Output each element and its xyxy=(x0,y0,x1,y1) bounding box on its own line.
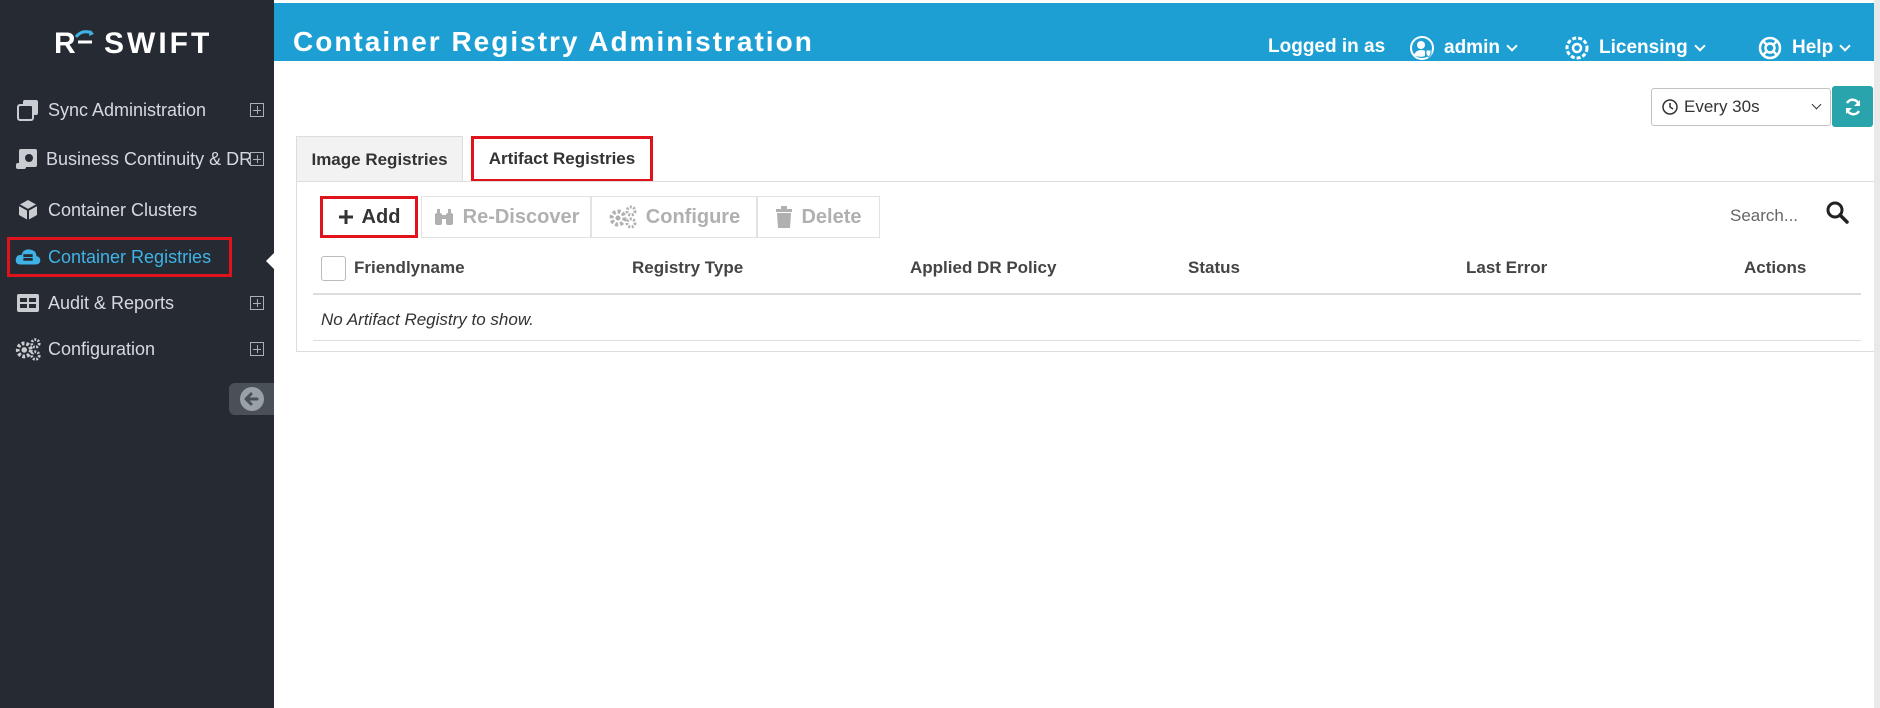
help-label: Help xyxy=(1792,37,1834,58)
select-all-checkbox[interactable] xyxy=(321,256,346,281)
sidebar-item-label: Container Clusters xyxy=(48,199,198,220)
sidebar-item-configuration[interactable]: Configuration xyxy=(0,329,274,369)
column-header-actions: Actions xyxy=(1744,258,1807,277)
rediscover-label: Re-Discover xyxy=(462,205,580,228)
add-button[interactable]: Add xyxy=(320,196,418,238)
expand-icon[interactable] xyxy=(250,103,264,117)
sidebar-item-sync-administration[interactable]: Sync Administration xyxy=(0,90,274,130)
sidebar-item-label: Business Continuity & DR xyxy=(46,148,253,169)
chevron-down-icon xyxy=(1506,40,1518,52)
licensing-label: Licensing xyxy=(1599,37,1688,58)
life-ring-icon xyxy=(1758,36,1782,60)
refresh-interval-select[interactable]: Every 30s xyxy=(1651,88,1831,126)
search-icon[interactable] xyxy=(1825,200,1849,229)
expand-icon[interactable] xyxy=(250,296,264,310)
active-item-highlight xyxy=(7,237,232,277)
column-header-status[interactable]: Status xyxy=(1188,258,1240,278)
configure-button[interactable]: Configure xyxy=(591,196,757,238)
column-header-applied-dr-policy[interactable]: Applied DR Policy xyxy=(910,258,1056,278)
licensing-menu[interactable]: Licensing xyxy=(1565,36,1706,60)
sidebar-item-business-continuity[interactable]: Business Continuity & DR xyxy=(0,139,274,179)
logged-in-label: Logged in as xyxy=(1268,36,1386,57)
tab-image-registries[interactable]: Image Registries xyxy=(296,136,463,182)
page-title: Container Registry Administration xyxy=(293,26,814,57)
logo-text: SWIFT xyxy=(104,27,213,60)
empty-table-message: No Artifact Registry to show. xyxy=(321,310,534,329)
column-header-registry-type[interactable]: Registry Type xyxy=(632,258,743,278)
column-header-friendlyname[interactable]: Friendlyname xyxy=(354,258,465,278)
gear-circle-icon xyxy=(1565,36,1589,60)
help-menu[interactable]: Help xyxy=(1758,36,1851,60)
table-header-divider xyxy=(313,293,1861,295)
cube-icon xyxy=(14,198,42,222)
delete-button[interactable]: Delete xyxy=(757,196,880,238)
rediscover-button[interactable]: Re-Discover xyxy=(421,196,591,238)
arrow-left-circle-icon xyxy=(239,387,264,411)
sidebar-item-label: Configuration xyxy=(48,338,156,359)
active-item-caret xyxy=(266,253,274,269)
refresh-interval-value: Every 30s xyxy=(1684,97,1760,116)
delete-label: Delete xyxy=(801,205,862,228)
logo: R SWIFT xyxy=(50,24,212,64)
scroll-icon xyxy=(14,147,42,171)
tab-artifact-registries[interactable]: Artifact Registries xyxy=(471,136,653,182)
page-scrollbar[interactable] xyxy=(1874,0,1880,708)
sidebar-item-audit-reports[interactable]: Audit & Reports xyxy=(0,283,274,323)
gears-icon xyxy=(608,205,638,229)
copy-icon xyxy=(14,98,42,122)
expand-icon[interactable] xyxy=(250,152,264,166)
logo-letter: R xyxy=(54,27,76,60)
chevron-down-icon xyxy=(1811,99,1822,110)
refresh-icon xyxy=(1845,98,1860,115)
binoculars-icon xyxy=(433,208,455,226)
sidebar-item-label: Sync Administration xyxy=(48,99,207,120)
app-window: R SWIFT Sync Administration Business Con… xyxy=(0,0,1880,708)
sidebar-collapse-button[interactable] xyxy=(229,383,274,415)
sidebar: R SWIFT Sync Administration Business Con… xyxy=(0,0,274,708)
table-row-divider xyxy=(313,340,1861,341)
user-name: admin xyxy=(1444,37,1500,58)
logo-swoosh-icon xyxy=(74,30,94,44)
sidebar-item-container-clusters[interactable]: Container Clusters xyxy=(0,190,274,230)
refresh-button[interactable] xyxy=(1832,86,1873,127)
configure-label: Configure xyxy=(645,205,741,228)
trash-icon xyxy=(775,206,793,228)
top-header: Container Registry Administration Logged… xyxy=(274,3,1874,61)
sidebar-item-label: Audit & Reports xyxy=(48,292,175,313)
user-menu[interactable]: admin xyxy=(1410,36,1518,60)
clock-icon xyxy=(1662,99,1678,115)
column-header-last-error[interactable]: Last Error xyxy=(1466,258,1547,278)
user-shield-icon xyxy=(1410,36,1434,60)
expand-icon[interactable] xyxy=(250,342,264,356)
table-icon xyxy=(14,291,42,315)
gears-icon xyxy=(14,337,42,361)
add-label: Add xyxy=(361,205,401,228)
chevron-down-icon xyxy=(1694,40,1706,52)
plus-icon xyxy=(338,209,354,225)
logo-mark: R xyxy=(50,24,98,64)
chevron-down-icon xyxy=(1839,40,1851,52)
